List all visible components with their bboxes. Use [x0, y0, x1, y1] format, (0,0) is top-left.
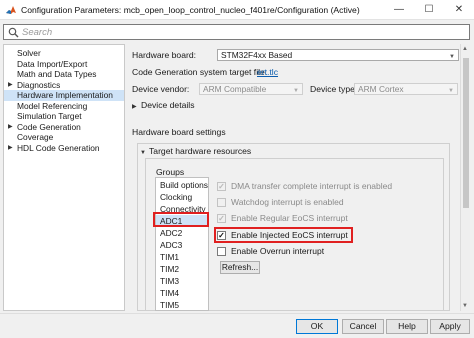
group-item-tim2[interactable]: TIM2 [160, 263, 179, 275]
checkbox: ✓ [217, 214, 226, 223]
option-label: Watchdog interrupt is enabled [231, 197, 344, 207]
tree-item-diagnostics[interactable]: ▶ Diagnostics [4, 80, 124, 91]
checkbox [217, 198, 226, 207]
scroll-up-icon[interactable]: ▲ [462, 46, 468, 52]
device-type-label: Device type: [310, 84, 358, 94]
chevron-down-icon: ▼ [449, 54, 455, 60]
groups-list[interactable]: Build options Clocking Connectivity ADC1… [155, 177, 209, 311]
group-item-tim3[interactable]: TIM3 [160, 275, 179, 287]
option-label: Enable Overrun interrupt [231, 246, 325, 256]
close-button[interactable]: ✕ [446, 0, 472, 20]
group-item-adc2[interactable]: ADC2 [160, 227, 182, 239]
option-label: Enable Injected EoCS interrupt [231, 230, 348, 240]
groups-label: Groups [156, 167, 185, 177]
option-label: Enable Regular EoCS interrupt [231, 213, 348, 223]
tree-item-hdl-code-generation[interactable]: ▶ HDL Code Generation [4, 143, 124, 154]
chevron-down-icon: ▼ [293, 88, 299, 94]
dialog-footer: OK Cancel Help Apply [0, 313, 474, 338]
window-title: Configuration Parameters: mcb_open_loop_… [21, 5, 360, 15]
vertical-scrollbar[interactable]: ▲ ▼ [460, 44, 470, 311]
expand-arrow-icon[interactable]: ▶ [8, 80, 13, 91]
group-item-tim4[interactable]: TIM4 [160, 287, 179, 299]
tree-item-code-generation[interactable]: ▶ Code Generation [4, 122, 124, 133]
tree-item-label: Hardware Implementation [17, 90, 113, 100]
tree-item-label: Diagnostics [17, 79, 61, 90]
target-resources-toggle[interactable]: ▼ Target hardware resources [140, 146, 251, 156]
title-bar: Configuration Parameters: mcb_open_loop_… [0, 0, 474, 20]
group-item-adc3[interactable]: ADC3 [160, 239, 182, 251]
maximize-button[interactable]: ☐ [416, 0, 442, 20]
matlab-icon [6, 6, 16, 14]
group-item-adc1[interactable]: ADC1 [156, 215, 208, 227]
hardware-board-select[interactable]: STM32F4xx Based ▼ [217, 49, 459, 61]
search-icon [8, 27, 19, 38]
scroll-down-icon[interactable]: ▼ [462, 303, 468, 309]
search-box [3, 24, 470, 40]
tree-item-label: Coverage [17, 132, 54, 142]
tree-item-label: Simulation Target [17, 111, 82, 121]
minimize-button[interactable]: — [386, 0, 412, 20]
group-item-tim1[interactable]: TIM1 [160, 251, 179, 263]
target-resources-label: Target hardware resources [149, 146, 252, 156]
search-input[interactable] [22, 25, 462, 39]
hardware-board-label: Hardware board: [132, 50, 197, 60]
hardware-board-value: STM32F4xx Based [221, 50, 293, 60]
tree-item-simulation-target[interactable]: Simulation Target [4, 111, 124, 122]
device-vendor-value: ARM Compatible [203, 84, 267, 94]
tree-item-model-referencing[interactable]: Model Referencing [4, 101, 124, 112]
collapse-arrow-icon: ▼ [140, 150, 146, 156]
tree-item-math-and-data-types[interactable]: Math and Data Types [4, 69, 124, 80]
target-file-label: Code Generation system target file: [132, 67, 268, 77]
cancel-button[interactable]: Cancel [342, 319, 384, 334]
group-item-connectivity[interactable]: Connectivity [160, 203, 206, 215]
checkbox[interactable] [217, 247, 226, 256]
apply-button[interactable]: Apply [430, 319, 470, 334]
target-file-link[interactable]: ert.tlc [257, 67, 278, 77]
scrollbar-thumb[interactable] [463, 58, 469, 208]
expand-arrow-icon: ▶ [132, 104, 137, 110]
group-item-clocking[interactable]: Clocking [160, 191, 192, 203]
tree-item-label: Model Referencing [17, 100, 88, 111]
help-button[interactable]: Help [386, 319, 428, 334]
expand-arrow-icon[interactable]: ▶ [8, 122, 13, 133]
device-type-select: ARM Cortex ▼ [354, 83, 458, 95]
checkbox[interactable]: ✓ [217, 231, 226, 240]
device-vendor-select: ARM Compatible ▼ [199, 83, 303, 95]
device-type-value: ARM Cortex [358, 84, 404, 94]
expand-arrow-icon[interactable]: ▶ [8, 143, 13, 154]
chevron-down-icon: ▼ [448, 88, 454, 94]
tree-item-label: HDL Code Generation [17, 142, 100, 153]
device-details-toggle[interactable]: ▶ Device details [132, 100, 195, 110]
ok-button[interactable]: OK [296, 319, 338, 334]
tree-item-coverage[interactable]: Coverage [4, 132, 124, 143]
tree-item-label: Solver [17, 48, 41, 58]
tree-item-label: Math and Data Types [17, 69, 97, 79]
checkbox: ✓ [217, 182, 226, 191]
group-item-tim5[interactable]: TIM5 [160, 299, 179, 310]
tree-item-data-import-export[interactable]: Data Import/Export [4, 59, 124, 70]
category-tree: Solver Data Import/Export Math and Data … [3, 44, 125, 311]
tree-item-hardware-implementation[interactable]: Hardware Implementation [4, 90, 124, 101]
tree-item-label: Data Import/Export [17, 58, 88, 69]
tree-item-solver[interactable]: Solver [4, 48, 124, 59]
option-label: DMA transfer complete interrupt is enabl… [231, 181, 393, 191]
group-item-build-options[interactable]: Build options [160, 179, 208, 191]
tree-item-label: Code Generation [17, 121, 81, 132]
device-details-label: Device details [141, 100, 195, 110]
board-settings-label: Hardware board settings [132, 127, 226, 137]
refresh-button[interactable]: Refresh... [220, 261, 260, 274]
device-vendor-label: Device vendor: [132, 84, 190, 94]
